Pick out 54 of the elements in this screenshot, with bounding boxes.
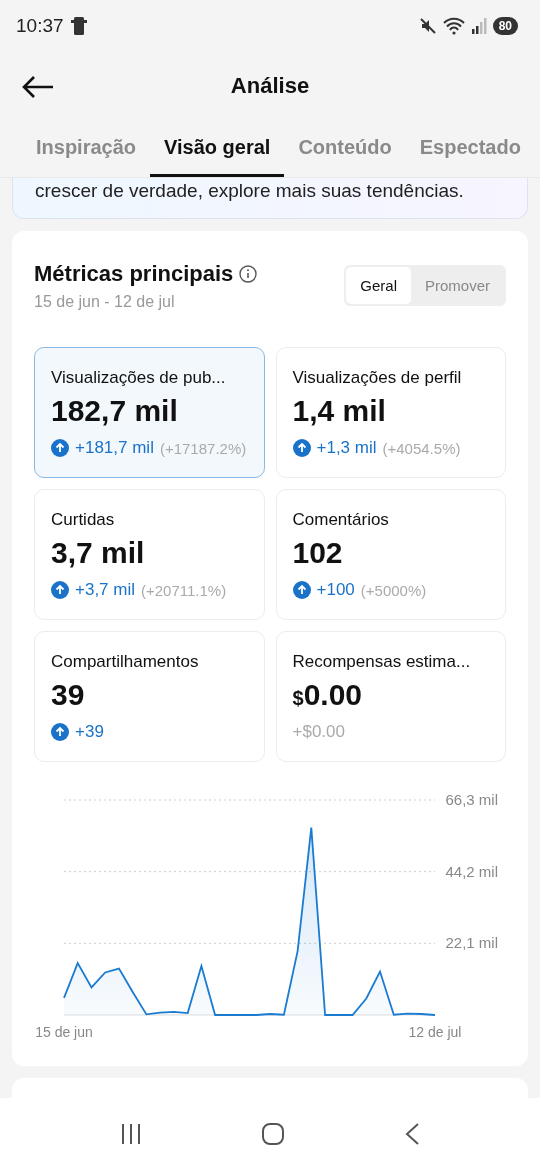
status-time: 10:37 — [16, 15, 64, 37]
metric-change: +181,7 mil — [75, 438, 154, 458]
metric-tile[interactable]: Compartilhamentos 39 +39 — [34, 631, 265, 762]
metric-tile[interactable]: Visualizações de pub... 182,7 mil +181,7 mil (+17187.2%) — [34, 347, 265, 478]
card-title: Métricas principais — [34, 261, 234, 287]
arrow-up-icon — [51, 723, 69, 741]
home-icon[interactable] — [261, 1122, 285, 1146]
metric-percent: (+17187.2%) — [159, 439, 247, 457]
arrow-up-icon — [292, 439, 311, 457]
info-icon[interactable] — [239, 265, 258, 283]
metric-change: +1,3 mil — [316, 438, 377, 458]
metric-change: +100 — [316, 580, 355, 600]
wifi-icon — [442, 17, 465, 35]
metric-value: 3,7 mil — [51, 536, 145, 570]
metric-tile[interactable]: Recompensas estima... $0.00 +$0.00 — [275, 631, 506, 762]
metric-value: 39 — [51, 678, 85, 712]
metric-percent: (+5000%) — [360, 581, 427, 599]
metric-change: +3,7 mil — [75, 580, 135, 600]
metric-percent: (+20711.1%) — [141, 581, 227, 599]
currency-symbol: $ — [292, 687, 304, 710]
mute-icon — [418, 17, 437, 35]
arrow-up-icon — [292, 581, 311, 599]
metric-change: +$0.00 — [292, 722, 345, 742]
metric-tile[interactable]: Curtidas 3,7 mil +3,7 mil (+20711.1%) — [34, 489, 265, 620]
y-tick-label: 66,3 mil — [445, 791, 498, 808]
x-tick-label: 12 de jul — [408, 1024, 462, 1040]
phone-icon — [69, 16, 88, 36]
y-tick-label: 22,1 mil — [445, 934, 498, 952]
arrow-up-icon — [51, 581, 69, 599]
battery-indicator: 80 — [492, 17, 518, 35]
metric-tile[interactable]: Visualizações de perfil 1,4 mil +1,3 mil (+4054.5%) — [275, 347, 506, 478]
page-title: Análise — [230, 73, 310, 99]
date-range: 15 de jun - 12 de jul — [34, 293, 176, 311]
recent-apps-icon[interactable] — [119, 1123, 142, 1145]
metric-label: Compartilhamentos — [51, 652, 200, 672]
metric-label: Curtidas — [51, 510, 116, 530]
metric-label: Visualizações de perfil — [292, 368, 463, 388]
metric-percent: (+4054.5%) — [382, 439, 461, 457]
metric-value: 182,7 mil — [51, 394, 178, 428]
arrow-up-icon — [51, 439, 69, 457]
signal-icon — [470, 17, 487, 35]
metric-value: 1,4 mil — [292, 394, 386, 428]
metric-tile[interactable]: Comentários 102 +100 (+5000%) — [275, 489, 506, 620]
y-tick-label: 44,2 mil — [445, 862, 498, 880]
metric-label: Comentários — [292, 510, 390, 530]
banner-text: crescer de verdade, explore mais suas tendências. — [35, 180, 465, 202]
metric-label: Visualizações de pub... — [51, 368, 227, 388]
metric-value: 102 — [292, 536, 343, 570]
metric-change: +39 — [75, 722, 104, 742]
x-tick-label: 15 de jun — [35, 1024, 93, 1040]
metric-value: 0.00 — [303, 678, 362, 712]
metric-label: Recompensas estima... — [292, 652, 472, 672]
segment-option[interactable]: Geral — [346, 267, 411, 304]
back-nav-icon[interactable] — [404, 1122, 421, 1146]
